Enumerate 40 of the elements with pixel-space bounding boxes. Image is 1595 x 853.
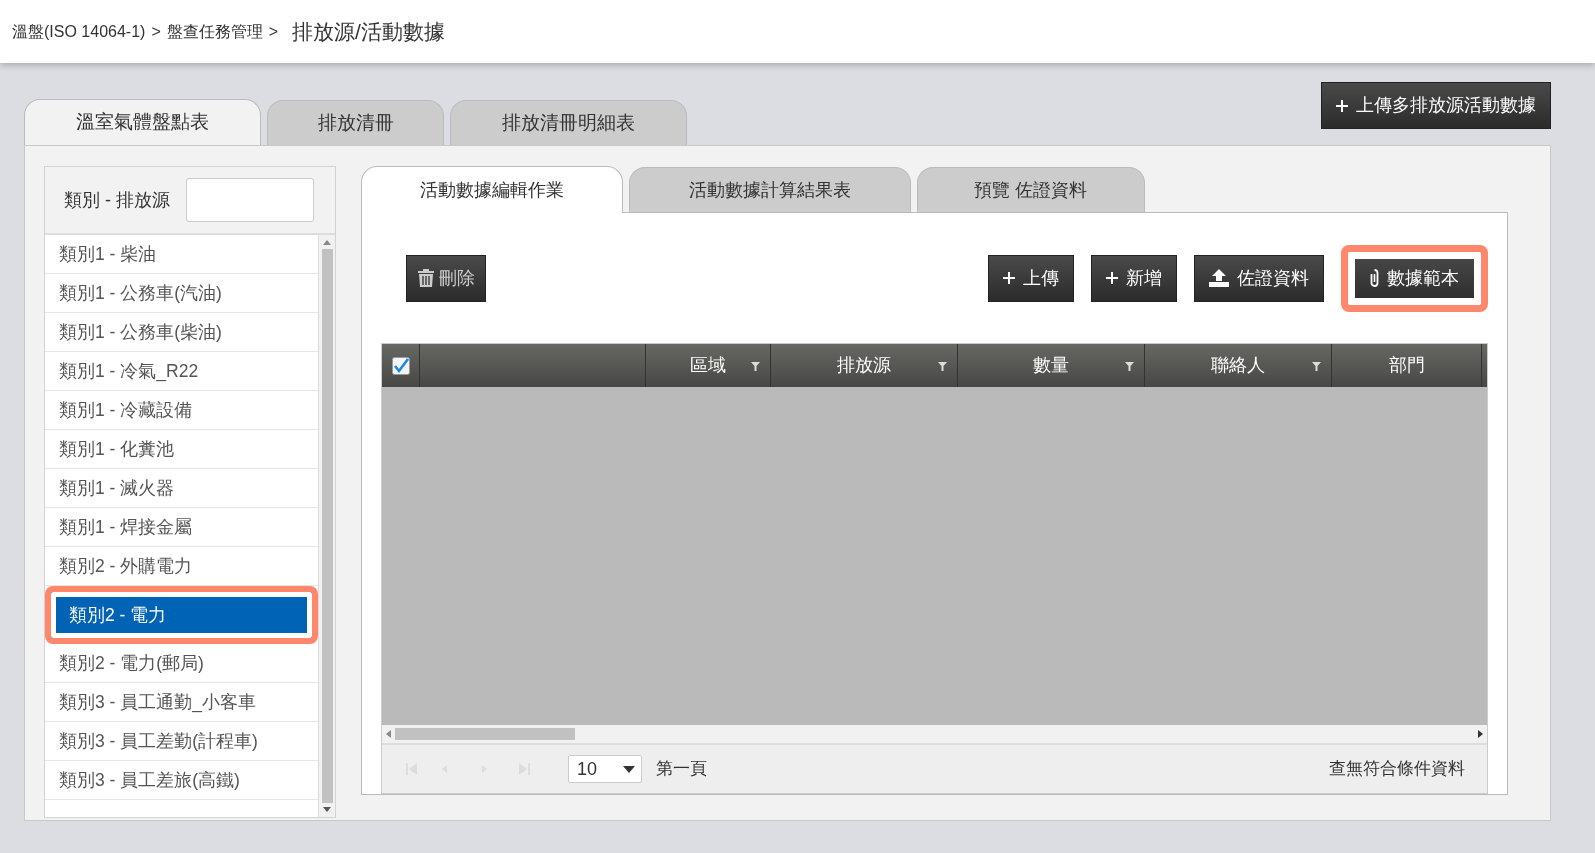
toolbar-button[interactable]: 佐證資料 <box>1194 254 1324 302</box>
scroll-left-icon[interactable] <box>386 730 391 738</box>
toolbar-button[interactable]: 新增 <box>1091 254 1177 302</box>
breadcrumb-separator: > <box>268 21 279 42</box>
upload-multiple-button[interactable]: 上傳多排放源活動數據 <box>1321 82 1551 129</box>
filter-icon[interactable] <box>1125 361 1134 371</box>
filter-field[interactable] <box>186 178 314 222</box>
filter-label: 類別 - 排放源 <box>64 188 170 212</box>
plus-icon <box>1106 272 1118 284</box>
delete-button[interactable]: 刪除 <box>406 254 486 302</box>
toolbar-button[interactable]: 數據範本 <box>1341 244 1488 312</box>
page-title: 排放源/活動數據 <box>292 18 445 45</box>
plus-icon <box>1336 99 1348 112</box>
tab[interactable]: 預覽 佐證資料 <box>917 167 1145 212</box>
scroll-right-icon[interactable] <box>1478 730 1483 738</box>
select-all-checkbox[interactable] <box>391 356 410 375</box>
breadcrumb-link[interactable]: 盤查任務管理 <box>166 19 263 44</box>
page-label: 第一頁 <box>656 758 707 781</box>
tab[interactable]: 溫室氣體盤點表 <box>24 99 261 145</box>
breadcrumb-separator: > <box>151 21 161 42</box>
filter-icon[interactable] <box>751 361 760 371</box>
tab[interactable]: 活動數據編輯作業 <box>361 166 623 213</box>
page-size-select[interactable]: 10 <box>568 755 642 783</box>
paperclip-icon <box>1370 269 1379 287</box>
caret-icon <box>623 765 635 773</box>
horizontal-scrollbar[interactable] <box>382 725 1487 743</box>
pager-message: 查無符合條件資料 <box>1329 758 1465 781</box>
breadcrumb-link[interactable]: 溫盤(ISO 14064-1) <box>12 19 146 44</box>
tab[interactable]: 排放清冊 <box>267 100 444 145</box>
toolbar-button[interactable]: 上傳 <box>988 254 1074 302</box>
trash-icon <box>417 269 435 287</box>
filter-icon[interactable] <box>938 361 947 371</box>
upload-icon <box>1209 269 1229 287</box>
filter-icon[interactable] <box>1312 361 1321 371</box>
scroll-up-icon[interactable] <box>323 239 331 245</box>
plus-icon <box>1003 272 1015 284</box>
tab[interactable]: 活動數據計算結果表 <box>629 167 911 212</box>
scroll-down-icon[interactable] <box>323 807 331 813</box>
tab[interactable]: 排放清冊明細表 <box>450 100 687 145</box>
list-item[interactable]: 類別2 - 電力 <box>45 586 318 644</box>
